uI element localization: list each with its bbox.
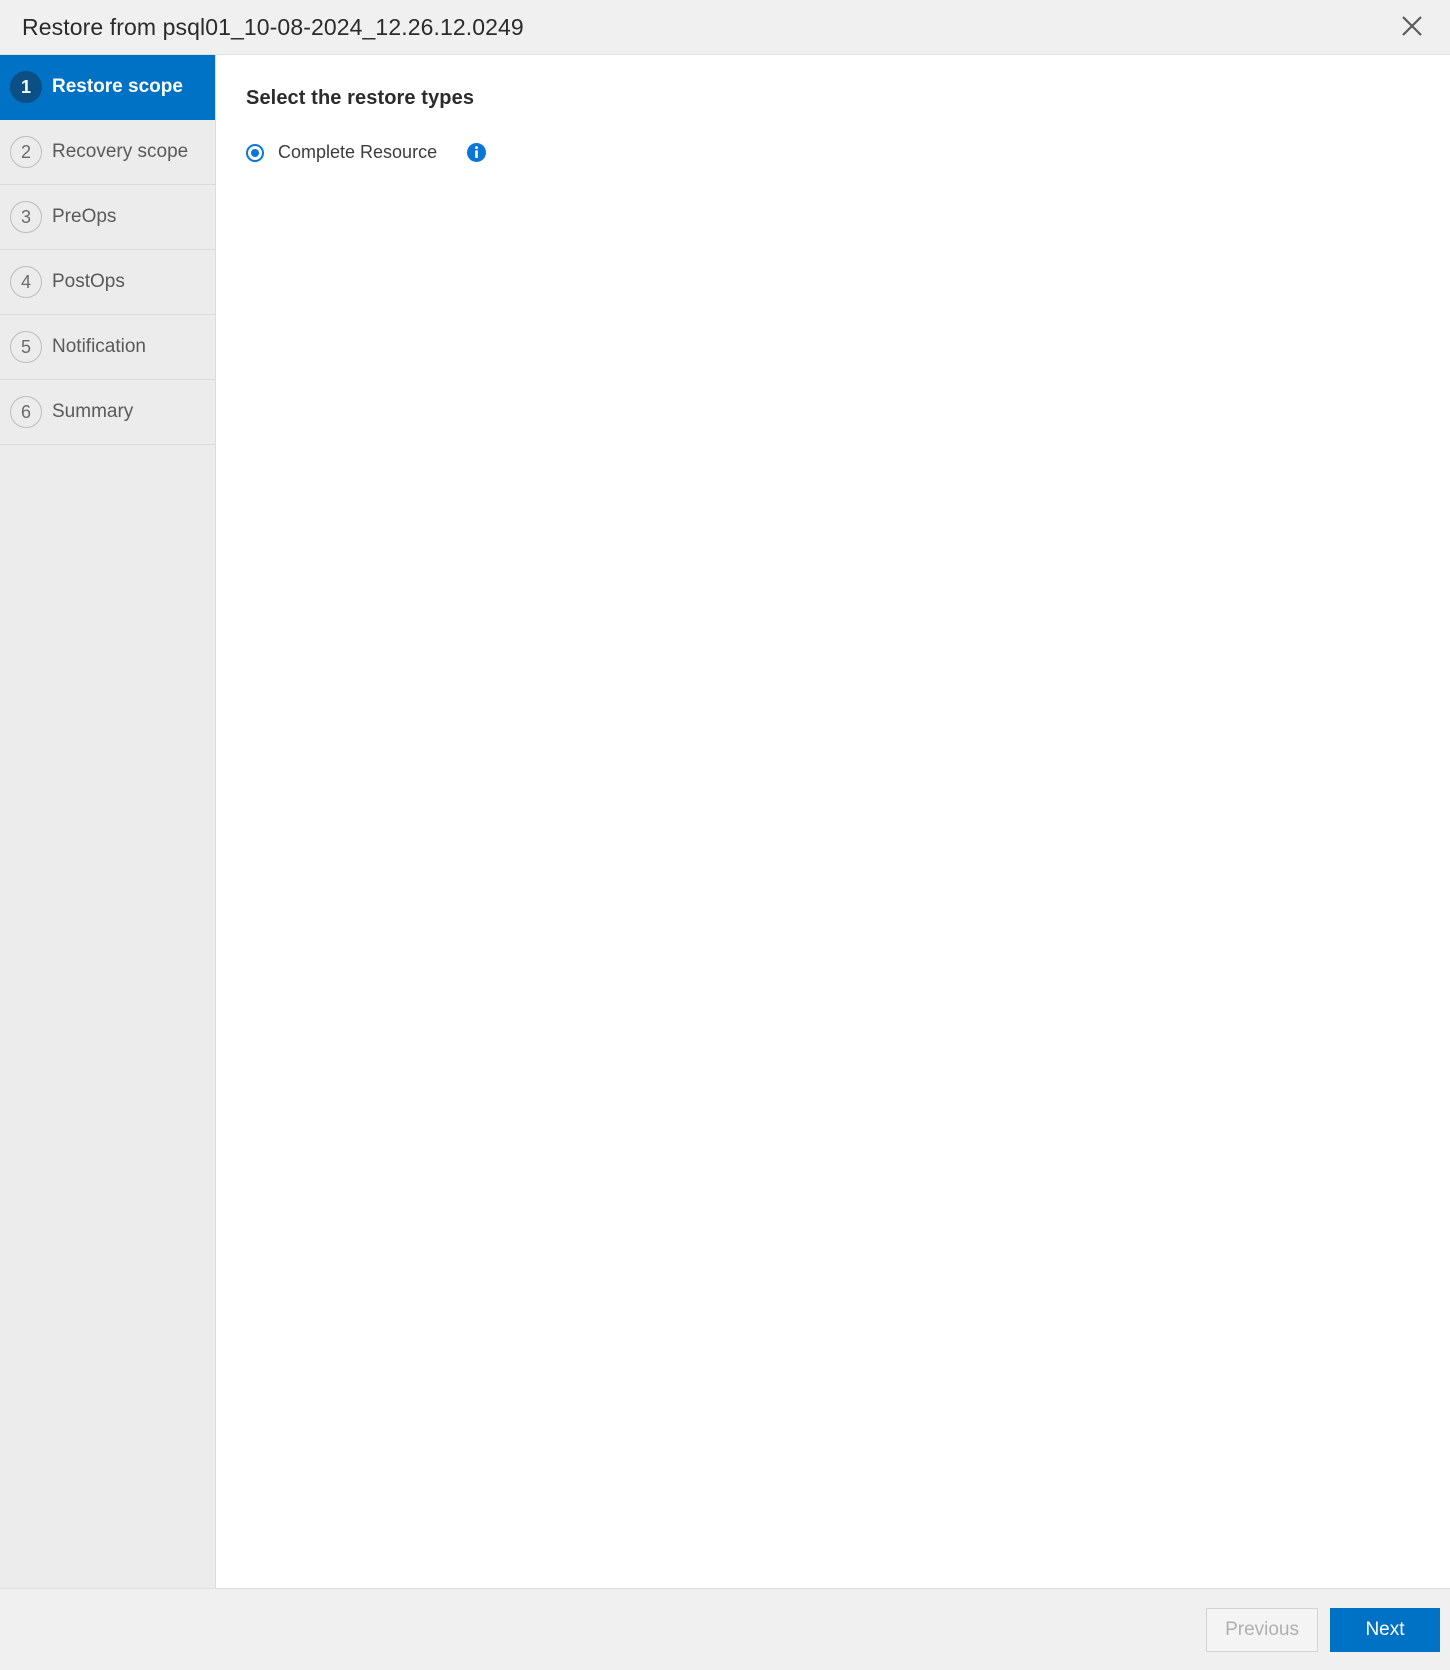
sidebar-step-label: Recovery scope <box>52 141 189 162</box>
sidebar-step-label: PostOps <box>52 271 125 292</box>
step-number-badge: 6 <box>10 396 42 428</box>
sidebar-step-summary[interactable]: 6 Summary <box>0 380 215 445</box>
restore-scope-content: Select the restore types Complete Resour… <box>216 55 1450 1588</box>
restore-wizard-dialog: Restore from psql01_10-08-2024_12.26.12.… <box>0 0 1450 1670</box>
sidebar-step-label: Restore scope <box>52 76 183 97</box>
step-number-badge: 1 <box>10 71 42 103</box>
sidebar-step-restore-scope[interactable]: 1 Restore scope <box>0 55 215 120</box>
radio-complete-resource[interactable] <box>246 143 264 162</box>
wizard-step-sidebar: 1 Restore scope 2 Recovery scope 3 PreOp… <box>0 55 216 1588</box>
dialog-header: Restore from psql01_10-08-2024_12.26.12.… <box>0 0 1450 55</box>
restore-type-option-row: Complete Resource <box>246 142 1420 163</box>
step-number-badge: 2 <box>10 136 42 168</box>
sidebar-step-label: Notification <box>52 336 146 357</box>
dialog-body: 1 Restore scope 2 Recovery scope 3 PreOp… <box>0 55 1450 1588</box>
sidebar-step-postops[interactable]: 4 PostOps <box>0 250 215 315</box>
step-number-badge: 4 <box>10 266 42 298</box>
dialog-footer: Previous Next <box>0 1588 1450 1670</box>
previous-button[interactable]: Previous <box>1206 1607 1318 1652</box>
next-button[interactable]: Next <box>1330 1607 1440 1652</box>
close-button[interactable] <box>1392 7 1432 47</box>
sidebar-step-notification[interactable]: 5 Notification <box>0 315 215 380</box>
sidebar-step-label: PreOps <box>52 206 117 227</box>
step-number-badge: 3 <box>10 201 42 233</box>
info-icon[interactable] <box>467 143 487 162</box>
sidebar-step-preops[interactable]: 3 PreOps <box>0 185 215 250</box>
radio-complete-resource-label[interactable]: Complete Resource <box>278 142 437 163</box>
page-title: Select the restore types <box>246 87 475 109</box>
dialog-title: Restore from psql01_10-08-2024_12.26.12.… <box>22 13 524 40</box>
close-icon <box>1399 13 1425 42</box>
step-number-badge: 5 <box>10 331 42 363</box>
sidebar-step-recovery-scope[interactable]: 2 Recovery scope <box>0 120 215 185</box>
sidebar-step-label: Summary <box>52 401 134 422</box>
